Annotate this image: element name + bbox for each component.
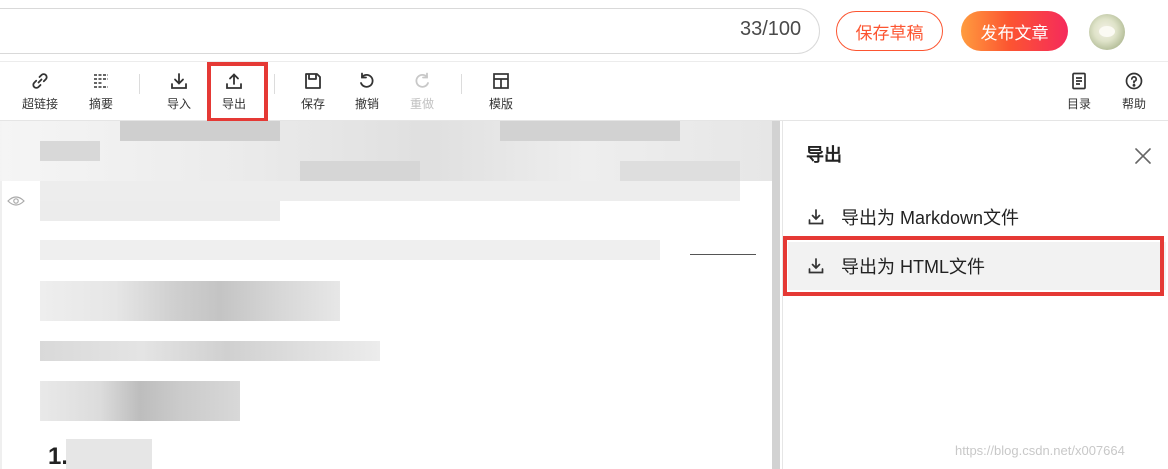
undo-icon [360, 72, 374, 88]
close-icon[interactable] [1132, 145, 1154, 167]
toolbar-label: 导出 [221, 97, 246, 111]
link-underline [690, 254, 756, 255]
toolbar-save-button[interactable]: 保存 [290, 62, 336, 120]
obscured-block [40, 341, 380, 361]
toolbar-export-button[interactable]: 导出 [211, 62, 257, 120]
toolbar-redo-button[interactable]: 重做 [399, 62, 445, 120]
obscured-block [40, 281, 340, 321]
title-word-count: 33/100 [740, 18, 802, 40]
publish-article-button[interactable]: 发布文章 [961, 11, 1068, 51]
watermark: https://blog.csdn.net/x007664 [955, 443, 1125, 458]
eye-icon [7, 196, 25, 206]
obscured-block [40, 181, 740, 201]
obscured-block [620, 161, 740, 181]
obscured-block [500, 121, 680, 141]
summary-icon [94, 74, 108, 88]
panel-title: 导出 [806, 145, 842, 166]
toolbar-template-button[interactable]: 模版 [478, 62, 524, 120]
toolbar-label: 模版 [488, 97, 513, 111]
toolbar-label: 目录 [1066, 97, 1091, 111]
toolbar-label: 超链接 [21, 97, 58, 111]
export-panel: 导出 导出为 Markdown文件 导出为 HTML文件 [782, 121, 1168, 469]
toolbar-help-button[interactable]: 帮助 [1111, 62, 1157, 120]
toolbar-link-button[interactable]: 超链接 [17, 62, 63, 120]
redo-icon [415, 72, 429, 88]
toolbar-divider [139, 74, 140, 94]
toolbar-summary-button[interactable]: 摘要 [78, 62, 124, 120]
toolbar-label: 重做 [409, 97, 434, 111]
obscured-block [40, 381, 240, 421]
save-icon [305, 73, 321, 89]
export-markdown-option[interactable]: 导出为 Markdown文件 [788, 193, 1166, 241]
toolbar-label: 帮助 [1121, 97, 1146, 111]
obscured-block [40, 141, 100, 161]
toolbar-label: 撤销 [354, 97, 379, 111]
template-icon [493, 73, 509, 89]
toc-icon [1072, 72, 1086, 90]
section-heading: 1. [48, 443, 69, 469]
obscured-block [120, 121, 280, 141]
obscured-heading [66, 439, 152, 469]
avatar[interactable] [1089, 14, 1125, 50]
editor-toolbar: 超链接 摘要 导入 导出 保存 撤销 重做 模版 目录 帮助 [0, 62, 1168, 121]
article-title-input[interactable] [0, 8, 820, 54]
toolbar-import-button[interactable]: 导入 [156, 62, 202, 120]
obscured-block [300, 161, 420, 181]
toolbar-toc-button[interactable]: 目录 [1056, 62, 1102, 120]
toolbar-divider [461, 74, 462, 94]
toolbar-label: 保存 [300, 97, 325, 111]
export-html-option[interactable]: 导出为 HTML文件 [788, 242, 1166, 290]
obscured-block [40, 240, 660, 260]
download-icon [808, 209, 824, 225]
link-icon [32, 73, 48, 89]
export-icon [226, 73, 242, 89]
toolbar-undo-button[interactable]: 撤销 [344, 62, 390, 120]
editor-content-area[interactable]: 1. [0, 121, 782, 469]
toolbar-label: 摘要 [88, 97, 113, 111]
toolbar-divider [274, 74, 275, 94]
import-icon [171, 73, 187, 89]
option-label: 导出为 HTML文件 [841, 257, 985, 277]
save-draft-button[interactable]: 保存草稿 [836, 11, 943, 51]
editor-scrollbar-thumb[interactable] [772, 121, 780, 469]
help-icon [1125, 72, 1143, 90]
download-icon [808, 258, 824, 274]
obscured-block [40, 201, 280, 221]
top-bar: 33/100 保存草稿 发布文章 [0, 0, 1168, 62]
toolbar-label: 导入 [166, 97, 191, 111]
option-label: 导出为 Markdown文件 [841, 208, 1020, 228]
